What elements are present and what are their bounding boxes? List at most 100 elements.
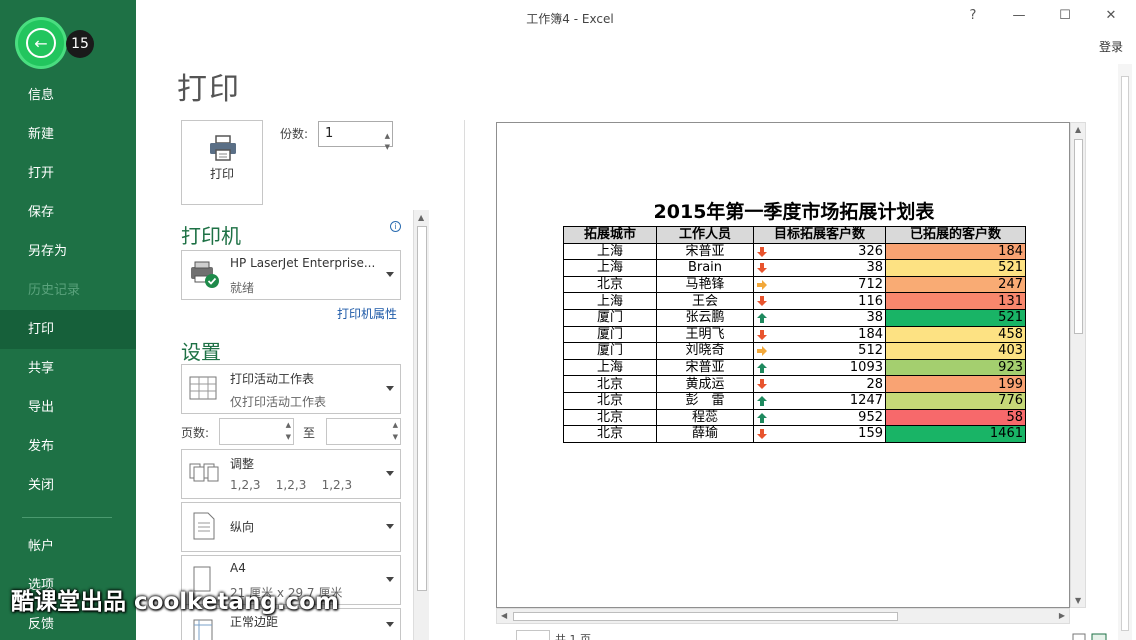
sign-in-link[interactable]: 登录: [1099, 38, 1123, 55]
preview-horizontal-scrollbar[interactable]: ◀ ▶: [496, 608, 1070, 624]
scroll-left-icon[interactable]: ◀: [501, 611, 507, 620]
cell-city: 北京: [563, 425, 657, 443]
table-header-row: 拓展城市 工作人员 目标拓展客户数 已拓展的客户数: [563, 226, 1026, 244]
pages-from-down-icon[interactable]: ▼: [286, 433, 291, 441]
settings-section-heading: 设置: [181, 340, 221, 364]
chevron-down-icon: [386, 272, 394, 277]
printer-properties-link[interactable]: 打印机属性: [337, 305, 397, 322]
nav-close[interactable]: 关闭: [0, 466, 136, 505]
target-value: 326: [858, 243, 883, 259]
nav-publish[interactable]: 发布: [0, 427, 136, 466]
chevron-down-icon: [386, 621, 394, 627]
table-row: 上海 Brain 38 521: [563, 259, 1026, 277]
nav-export[interactable]: 导出: [0, 388, 136, 427]
maximize-button[interactable]: ☐: [1053, 6, 1077, 26]
orientation-value: 纵向: [230, 520, 255, 534]
cell-done: 776: [885, 391, 1026, 410]
nav-history: 历史记录: [28, 283, 81, 298]
back-button[interactable]: ←: [18, 20, 64, 66]
cell-done: 521: [885, 259, 1026, 277]
pages-from-input[interactable]: ▲ ▼: [219, 418, 294, 445]
scroll-up-icon[interactable]: ▲: [1075, 125, 1081, 134]
cell-target: 712: [753, 275, 886, 294]
cell-target: 1093: [753, 358, 886, 377]
arrow-down-icon: [757, 296, 767, 307]
table-row: 北京 程蕊 952 58: [563, 408, 1026, 427]
scrollbar-thumb[interactable]: [1121, 76, 1129, 631]
scrollbar-thumb[interactable]: [513, 612, 898, 621]
cell-done: 923: [885, 358, 1026, 377]
nav-save-as[interactable]: 另存为: [0, 232, 136, 271]
cell-staff: 宋普亚: [656, 242, 754, 261]
scroll-up-icon[interactable]: ▲: [418, 213, 424, 222]
pages-to-label: 至: [303, 426, 316, 440]
close-button[interactable]: ✕: [1099, 6, 1123, 26]
collate-icon: [189, 463, 219, 482]
cell-city: 上海: [563, 358, 657, 377]
cell-done: 199: [885, 375, 1026, 393]
arrow-down-icon: [757, 329, 767, 340]
zoom-to-page-icon[interactable]: [1072, 633, 1112, 640]
print-button[interactable]: 打印: [181, 120, 263, 205]
cell-target: 38: [753, 308, 886, 327]
page-number-input[interactable]: [516, 630, 550, 640]
collation-desc: 1,2,3 1,2,3 1,2,3: [230, 478, 353, 492]
pages-to-down-icon[interactable]: ▼: [393, 433, 398, 441]
cell-target: 1247: [753, 391, 886, 410]
print-button-label: 打印: [209, 167, 234, 181]
nav-new[interactable]: 新建: [0, 115, 136, 154]
panel-divider: [464, 120, 465, 640]
table-row: 上海 宋普亚 1093 923: [563, 358, 1026, 377]
nav-account[interactable]: 帐户: [0, 527, 136, 566]
pages-label: 页数:: [181, 426, 210, 440]
cell-city: 厦门: [563, 342, 657, 360]
paper-size-value: A4: [230, 561, 246, 575]
table-row: 北京彭 雷 1247 776: [563, 391, 1026, 410]
orientation-dropdown[interactable]: 纵向: [181, 502, 401, 552]
table-body: 上海 宋普亚 326 184 上海 Brain 38 521 北京 马艳锋 712 247 上海 王会 11…: [563, 242, 1026, 443]
nav-print[interactable]: 打印: [0, 310, 136, 349]
window-title: 工作簿4 - Excel: [526, 12, 614, 26]
printer-section-heading: 打印机: [181, 224, 241, 248]
preview-vertical-scrollbar[interactable]: ▲ ▼: [1070, 122, 1086, 608]
cell-staff: 程蕊: [656, 408, 754, 427]
scrollbar-thumb[interactable]: [417, 226, 427, 591]
minimize-button[interactable]: —: [1007, 6, 1031, 26]
backstage-scrollbar[interactable]: [1118, 64, 1132, 640]
cell-city: 北京: [563, 408, 657, 427]
nav-save[interactable]: 保存: [0, 193, 136, 232]
arrow-down-icon: [757, 429, 767, 440]
copies-down-icon[interactable]: ▼: [385, 135, 390, 159]
nav-share[interactable]: 共享: [0, 349, 136, 388]
cell-staff: 张云鹏: [656, 308, 754, 327]
sheet-table: 拓展城市 工作人员 目标拓展客户数 已拓展的客户数 上海 宋普亚 326 184 上海 B…: [563, 226, 1026, 443]
cell-staff: Brain: [656, 259, 754, 277]
header-done: 已拓展的客户数: [885, 226, 1026, 244]
arrow-down-icon: [757, 263, 767, 274]
pages-from-up-icon[interactable]: ▲: [286, 421, 291, 429]
pages-to-input[interactable]: ▲ ▼: [326, 418, 401, 445]
cell-city: 上海: [563, 259, 657, 277]
nav-info[interactable]: 信息: [0, 76, 136, 115]
copies-input[interactable]: 1 ▲ ▼: [318, 121, 393, 151]
print-what-dropdown[interactable]: 打印活动工作表 仅打印活动工作表: [181, 364, 401, 414]
scroll-right-icon[interactable]: ▶: [1059, 611, 1065, 620]
target-value: 159: [858, 426, 883, 442]
info-icon[interactable]: i: [390, 221, 401, 232]
arrow-up-icon: [757, 312, 767, 323]
printer-dropdown[interactable]: HP LaserJet Enterprise... 就绪: [181, 250, 401, 300]
copies-value: 1: [325, 126, 334, 141]
scroll-down-icon[interactable]: ▼: [1075, 596, 1081, 605]
chevron-down-icon: [386, 524, 394, 529]
cell-target: 38: [753, 259, 886, 277]
cell-done: 184: [885, 242, 1026, 261]
collation-dropdown[interactable]: 调整 1,2,3 1,2,3 1,2,3: [181, 449, 401, 499]
pages-to-up-icon[interactable]: ▲: [393, 421, 398, 429]
sheet-grid-icon: [189, 376, 217, 400]
header-city: 拓展城市: [563, 226, 657, 244]
nav-open[interactable]: 打开: [0, 154, 136, 193]
scrollbar-thumb[interactable]: [1074, 139, 1083, 334]
settings-scrollbar[interactable]: ▲: [413, 210, 429, 640]
help-button[interactable]: ?: [961, 6, 985, 26]
sheet-title: 2015年第一季度市场拓展计划表: [653, 201, 935, 223]
